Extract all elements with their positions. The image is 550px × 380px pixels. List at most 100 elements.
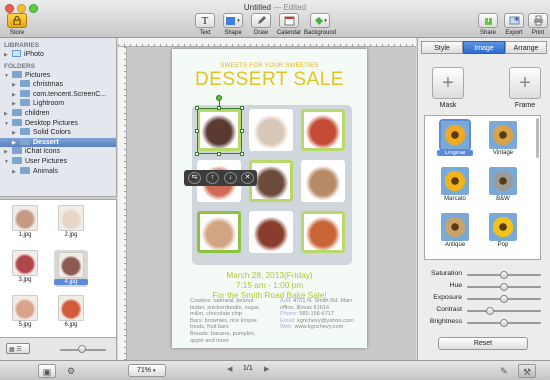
resize-handle[interactable] — [240, 152, 244, 156]
previous-page-icon[interactable]: ◀ — [227, 365, 232, 373]
thumbnail[interactable]: 1.jpg — [8, 205, 42, 238]
contrast-knob[interactable] — [486, 307, 494, 315]
show-library-button[interactable]: ▣ — [38, 364, 56, 378]
photo-cell[interactable] — [249, 109, 293, 151]
printer-icon — [528, 13, 548, 28]
thumbnail[interactable]: 2.jpg — [54, 205, 88, 238]
thumbnail[interactable]: 4.jpg — [54, 250, 88, 287]
saturation-slider[interactable] — [467, 271, 541, 279]
bring-forward-icon[interactable]: ↑ — [206, 172, 219, 184]
brightness-slider[interactable] — [467, 319, 541, 327]
resize-handle[interactable] — [240, 106, 244, 110]
background-tool-button[interactable]: ▾ Background — [300, 13, 340, 36]
disclosure-triangle-icon[interactable]: ▶ — [12, 139, 20, 148]
thumbnail[interactable]: 6.jpg — [54, 295, 88, 328]
reset-button[interactable]: Reset — [438, 337, 528, 350]
selection-box[interactable] — [197, 108, 242, 154]
menu-line: Bars: brownies, rice krispie — [190, 317, 257, 324]
filter-scrollbar[interactable] — [536, 118, 539, 158]
menu-text[interactable]: Cookies: oatmeal, peanut butter, snickerd… — [190, 298, 280, 344]
horizontal-ruler — [118, 38, 416, 47]
filter-marcato[interactable]: Marcato — [437, 167, 473, 202]
tab-arrange[interactable]: Arrange — [505, 41, 547, 54]
thumbnail[interactable]: 5.jpg — [8, 295, 42, 328]
frame-label: Frame — [514, 102, 536, 109]
disclosure-triangle-icon[interactable]: ▼ — [4, 72, 12, 81]
filter-bw[interactable]: B&W — [485, 167, 521, 202]
resize-handle[interactable] — [195, 129, 199, 133]
brightness-knob[interactable] — [500, 319, 508, 327]
exposure-knob[interactable] — [500, 295, 508, 303]
hue-knob[interactable] — [500, 283, 508, 291]
contact-text[interactable]: Add: 4701 N. Smith Rd. Main office, Illin… — [280, 298, 370, 331]
disclosure-triangle-icon[interactable]: ▶ — [4, 110, 12, 119]
disclosure-triangle-icon[interactable]: ▶ — [12, 91, 20, 100]
inspector-toggle-icon[interactable]: ⚒ — [518, 364, 536, 378]
sidebar-item-iphoto[interactable]: ▶ iPhoto — [0, 50, 116, 60]
poster-page[interactable]: SWEETS FOR YOUR SWEETIES DESSERT SALE Ma… — [172, 49, 367, 348]
sidebar-item-animals[interactable]: ▶ Animals — [0, 166, 116, 177]
filter-label: Original — [437, 150, 473, 156]
photo-cell[interactable] — [249, 211, 293, 253]
sidebar-item-desktop-pictures[interactable]: ▼ Desktop Pictures — [0, 118, 116, 129]
sidebar-item-children[interactable]: ▶ children — [0, 108, 116, 119]
resize-handle[interactable] — [217, 152, 221, 156]
disclosure-triangle-icon[interactable]: ▶ — [12, 129, 20, 138]
filter-original[interactable]: Original — [437, 119, 473, 156]
disclosure-triangle-icon[interactable]: ▼ — [4, 158, 12, 167]
thumbnail[interactable]: 3.jpg — [8, 250, 42, 283]
filter-preview — [441, 167, 469, 195]
sidebar-item-pictures[interactable]: ▼ Pictures — [0, 70, 116, 81]
format-brush-icon[interactable]: ✎ — [495, 364, 513, 378]
print-label: Print — [531, 30, 545, 36]
filter-label: Vintage — [492, 150, 514, 156]
disclosure-triangle-icon[interactable]: ▶ — [12, 100, 20, 109]
print-button[interactable]: Print — [518, 13, 550, 36]
zoom-select[interactable]: 71% ▾ — [128, 364, 166, 377]
sidebar-item-christmas[interactable]: ▶ christmas — [0, 80, 116, 90]
sidebar-item-ichat-icons[interactable]: ▶ iChat Icons — [0, 147, 116, 157]
sidebar-item-dessert[interactable]: ▶ Dessert — [0, 137, 116, 148]
folder-icon — [20, 89, 30, 97]
photo-cell[interactable] — [301, 160, 345, 202]
event-block[interactable]: March 28, 2013(Friday) 7:15 am - 1:00 pm… — [172, 270, 367, 300]
store-button[interactable]: Store — [0, 13, 37, 36]
folder-list: ▼ Pictures ▶ christmas ▶ com.tencent.ScreenC.… — [0, 70, 116, 177]
photo-cell[interactable] — [301, 211, 345, 253]
delete-icon[interactable]: ✕ — [241, 172, 254, 184]
sidebar-item-solid-colors[interactable]: ▶ Solid Colors — [0, 128, 116, 138]
saturation-knob[interactable] — [500, 271, 508, 279]
disclosure-triangle-icon[interactable]: ▼ — [4, 120, 12, 129]
sidebar-item-com-tencent-screenc[interactable]: ▶ com.tencent.ScreenC... — [0, 89, 116, 100]
thumbnail-size-knob[interactable] — [78, 345, 86, 353]
exposure-slider[interactable] — [467, 295, 541, 303]
filter-preview — [489, 121, 517, 149]
photo-cell[interactable] — [301, 109, 345, 151]
thumbnail-image — [58, 205, 84, 231]
photo-cell[interactable] — [197, 211, 241, 253]
disclosure-triangle-icon[interactable]: ▶ — [4, 148, 12, 157]
sidebar-item-label: iChat Icons — [25, 148, 61, 156]
filter-vintage[interactable]: Vintage — [485, 121, 521, 156]
hue-slider[interactable] — [467, 283, 541, 291]
poster-headline[interactable]: DESSERT SALE — [172, 69, 367, 91]
add-mask-button[interactable]: + — [432, 67, 464, 99]
tab-image[interactable]: Image — [463, 41, 505, 54]
sidebar-item-lightroom[interactable]: ▶ Lightroom — [0, 99, 116, 109]
next-page-icon[interactable]: ▶ — [264, 365, 269, 373]
resize-handle[interactable] — [195, 152, 199, 156]
filter-pop[interactable]: Pop — [485, 213, 521, 248]
sidebar-item-user-pictures[interactable]: ▼ User Pictures — [0, 156, 116, 167]
filter-antique[interactable]: Antique — [437, 213, 473, 248]
resize-handle[interactable] — [240, 129, 244, 133]
disclosure-triangle-icon[interactable]: ▶ — [12, 81, 20, 90]
settings-icon[interactable]: ⚙ — [62, 364, 80, 378]
tab-style[interactable]: Style — [421, 41, 463, 54]
replace-image-icon[interactable]: ⇆ — [188, 172, 201, 184]
resize-handle[interactable] — [195, 106, 199, 110]
add-frame-button[interactable]: + — [509, 67, 541, 99]
disclosure-triangle-icon[interactable]: ▶ — [12, 168, 20, 177]
draw-label: Draw — [253, 30, 268, 36]
send-backward-icon[interactable]: ↓ — [224, 172, 237, 184]
contrast-slider[interactable] — [467, 307, 541, 315]
